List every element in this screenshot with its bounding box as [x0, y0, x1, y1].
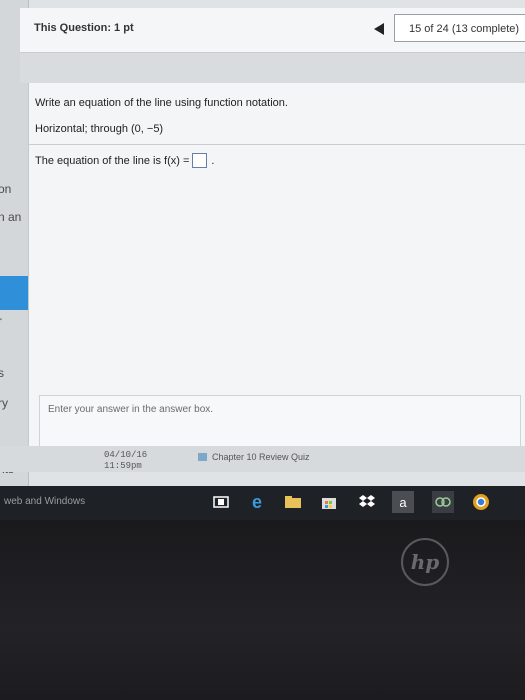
hint-text: Enter your answer in the answer box.: [48, 404, 214, 415]
header-band: [20, 53, 525, 83]
file-explorer-icon[interactable]: [282, 491, 304, 513]
calendar-event-icon: [198, 453, 207, 461]
work-area: [37, 183, 525, 393]
calendar-date: 04/10/16 11:59pm: [104, 450, 147, 472]
equation-suffix: .: [211, 154, 215, 167]
dropbox-icon[interactable]: [356, 491, 378, 513]
sidebar-active-item[interactable]: [0, 276, 28, 310]
equation-prefix: The equation of the line is f(x) =: [35, 154, 190, 167]
store-icon[interactable]: [318, 491, 340, 513]
equation-line: The equation of the line is f(x) = .: [35, 153, 214, 168]
due-time: 11:59pm: [104, 461, 142, 471]
due-date: 04/10/16: [104, 450, 148, 460]
sidebar-text[interactable]: n an: [0, 210, 21, 224]
taskbar-search-box[interactable]: web and Windows: [4, 496, 85, 507]
question-panel: Write an equation of the line using func…: [28, 83, 525, 463]
answer-input[interactable]: [192, 153, 208, 168]
sidebar-text[interactable]: ry: [0, 396, 8, 410]
app-icon[interactable]: [432, 491, 454, 513]
hp-logo: hp: [401, 538, 449, 586]
sidebar-text[interactable]: s: [0, 366, 4, 380]
chrome-icon[interactable]: [470, 491, 492, 513]
hint-box: Enter your answer in the answer box.: [39, 395, 521, 451]
laptop-bezel: [0, 520, 525, 700]
monitor-screen: on n an r s ry nts This Question: 1 pt 1…: [0, 0, 525, 488]
previous-question-button[interactable]: [368, 17, 390, 41]
task-view-icon[interactable]: [210, 491, 232, 513]
question-points-label: This Question: 1 pt: [34, 22, 134, 34]
calendar-event[interactable]: Chapter 10 Review Quiz: [212, 452, 310, 462]
amazon-icon[interactable]: a: [392, 491, 414, 513]
question-instruction: Write an equation of the line using func…: [35, 97, 288, 109]
question-header: This Question: 1 pt 15 of 24 (13 complet…: [20, 8, 525, 53]
edge-icon[interactable]: e: [246, 491, 268, 513]
question-condition: Horizontal; through (0, −5): [35, 123, 164, 135]
question-counter[interactable]: 15 of 24 (13 complete): [394, 14, 525, 42]
sidebar-text[interactable]: r: [0, 314, 2, 328]
divider: [29, 144, 525, 145]
sidebar-text[interactable]: on: [0, 182, 11, 196]
triangle-left-icon: [374, 23, 384, 35]
